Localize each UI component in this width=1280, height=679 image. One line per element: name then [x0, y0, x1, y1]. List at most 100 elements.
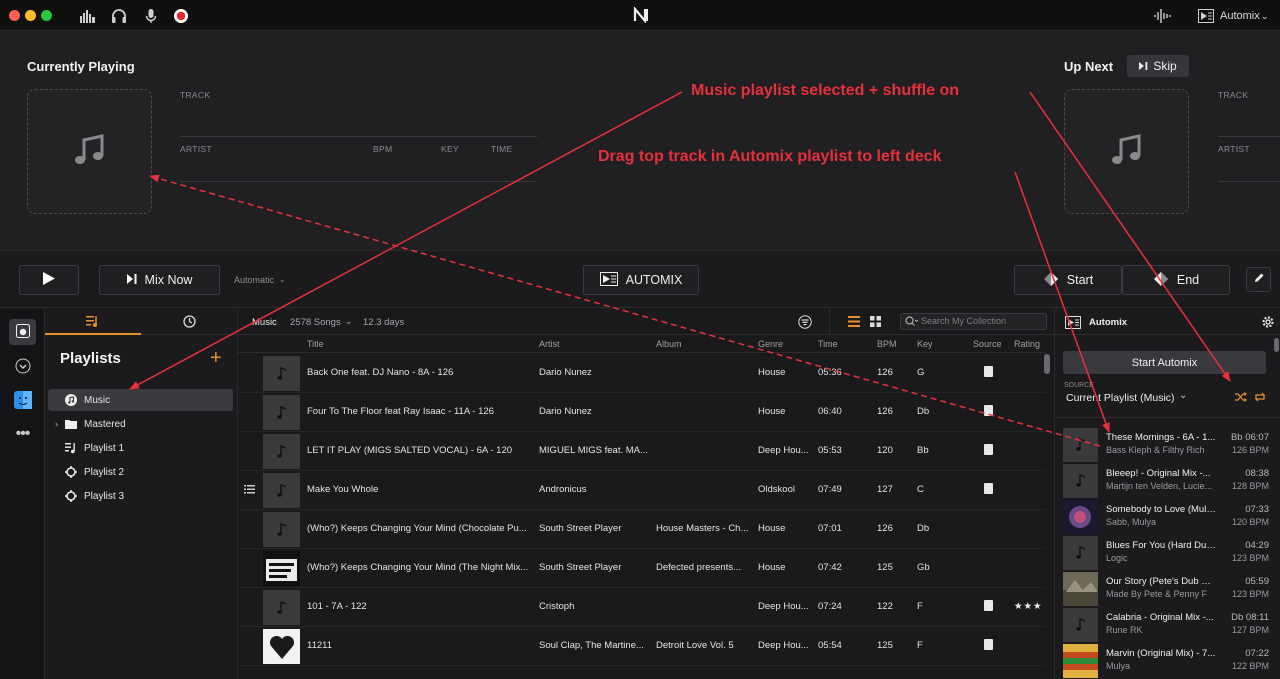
cell-title: 101 - 7A - 122: [307, 601, 367, 612]
more-icon[interactable]: •••: [9, 421, 36, 447]
source-dropdown[interactable]: Current Playlist (Music): [1066, 392, 1175, 404]
playlist-item-mastered[interactable]: › Mastered: [48, 413, 233, 435]
table-row[interactable]: Back One feat. DJ Nano - 8A - 126 Dario N…: [238, 354, 1046, 393]
queue-artist: Made By Pete & Penny F: [1106, 589, 1208, 599]
mix-now-label: Mix Now: [144, 273, 193, 287]
song-count-dropdown[interactable]: 2578 Songs: [290, 317, 341, 328]
scrollbar[interactable]: [1274, 338, 1279, 352]
chevron-down-icon[interactable]: ⌄: [1261, 11, 1269, 22]
grid-view-icon[interactable]: [870, 316, 881, 330]
automix-queue-item[interactable]: Calabria - Original Mix -... Rune RK Db 08…: [1061, 607, 1269, 643]
automix-queue-item[interactable]: Somebody to Love (Muly... Sabb, Mulya 07:3…: [1061, 499, 1269, 535]
record-icon[interactable]: [172, 7, 190, 25]
column-album[interactable]: Album: [656, 339, 682, 349]
automix-button[interactable]: AUTOMIX: [583, 265, 699, 295]
mode-selector[interactable]: Automix: [1220, 10, 1260, 22]
automix-queue-item[interactable]: These Mornings - 6A - 1... Bass Kleph & F…: [1061, 427, 1269, 463]
microphone-icon[interactable]: [142, 7, 160, 25]
queue-title: Calabria - Original Mix -...: [1106, 612, 1214, 623]
chevron-down-icon[interactable]: ⌄: [345, 316, 353, 327]
playlist-item-playlist-1[interactable]: Playlist 1: [48, 437, 233, 459]
table-row[interactable]: Make You Whole Andronicus Oldskool 07:49 127…: [238, 471, 1046, 510]
automix-queue-item[interactable]: Marvin (Original Mix) - 7... Mulya 07:22 12…: [1061, 643, 1269, 679]
gear-icon[interactable]: [1261, 315, 1275, 332]
maximize-window-button[interactable]: [41, 10, 52, 21]
playlist-item-playlist-2[interactable]: Playlist 2: [48, 461, 233, 483]
chevron-down-icon[interactable]: ⌄: [1179, 390, 1187, 401]
scrollbar[interactable]: [1044, 354, 1050, 374]
column-artist[interactable]: Artist: [539, 339, 560, 349]
pencil-icon: [1253, 272, 1265, 287]
start-button[interactable]: Start: [1014, 265, 1122, 295]
cell-title: 11211: [307, 640, 333, 651]
table-row[interactable]: (Who?) Keeps Changing Your Mind (Chocola…: [238, 510, 1046, 549]
album-art-thumbnail: [1063, 608, 1098, 642]
search-input[interactable]: Search My Collection: [900, 313, 1047, 330]
playlist-label: Playlist 2: [84, 466, 125, 478]
tab-history[interactable]: [141, 309, 238, 335]
automix-mode-icon[interactable]: [1198, 9, 1216, 27]
add-playlist-button[interactable]: +: [210, 347, 222, 370]
mix-now-button[interactable]: Mix Now: [99, 265, 220, 295]
finder-tab[interactable]: [9, 388, 36, 414]
headphones-icon[interactable]: [110, 7, 128, 25]
queue-time: Bb 06:07: [1230, 432, 1269, 443]
right-deck-drop-zone[interactable]: [1064, 89, 1189, 214]
repeat-icon[interactable]: [1254, 392, 1266, 405]
close-window-button[interactable]: [9, 10, 20, 21]
playlist-item-playlist-3[interactable]: Playlist 3: [48, 485, 233, 507]
automix-queue-item[interactable]: Our Story (Pete's Dub Mi... Made By Pete …: [1061, 571, 1269, 607]
skip-label: Skip: [1153, 59, 1177, 73]
cell-time: 07:42: [818, 562, 842, 573]
cell-bpm: 125: [877, 640, 893, 651]
cell-title: Back One feat. DJ Nano - 8A - 126: [307, 367, 454, 378]
tab-playlists[interactable]: [45, 309, 141, 335]
playlist-item-music[interactable]: Music: [48, 389, 233, 411]
queue-artist: Mulya: [1106, 661, 1131, 671]
library-tab[interactable]: [9, 319, 36, 345]
column-bpm[interactable]: BPM: [877, 339, 897, 349]
library-icon[interactable]: [79, 7, 97, 25]
left-deck-drop-zone[interactable]: [27, 89, 152, 214]
list-view-icon[interactable]: [848, 316, 860, 330]
cell-key: F: [917, 601, 923, 612]
queue-title: Our Story (Pete's Dub Mi...: [1106, 576, 1216, 587]
column-genre[interactable]: Genre: [758, 339, 783, 349]
table-row[interactable]: Four To The Floor feat Ray Isaac - 11A -…: [238, 393, 1046, 432]
chevron-right-icon[interactable]: ›: [55, 419, 58, 429]
start-automix-button[interactable]: Start Automix: [1063, 351, 1266, 374]
edit-button[interactable]: [1246, 267, 1271, 292]
mix-mode-dropdown[interactable]: Automatic: [234, 275, 274, 285]
table-row[interactable]: (Who?) Keeps Changing Your Mind (The Nig…: [238, 549, 1046, 588]
decks-area: Currently Playing TRACK ARTIST BPM KEY T…: [0, 31, 1280, 250]
end-button[interactable]: End: [1122, 265, 1230, 295]
automix-queue-item[interactable]: Blues For You (Hard Dub... Logic 04:29 123 …: [1061, 535, 1269, 571]
cell-genre: House: [758, 562, 786, 573]
automix-queue-item[interactable]: Bleeep! - Original Mix -... Martijn ten V…: [1061, 463, 1269, 499]
column-time[interactable]: Time: [818, 339, 838, 349]
table-row[interactable]: 11211 Soul Clap, The Martine... Detroit Lo…: [238, 627, 1046, 666]
divider: [1055, 417, 1280, 418]
queue-bpm: 128 BPM: [1231, 481, 1269, 491]
album-art-thumbnail: [1063, 500, 1098, 534]
play-button[interactable]: [19, 265, 79, 295]
table-row[interactable]: LET IT PLAY (MIGS SALTED VOCAL) - 6A - 1…: [238, 432, 1046, 471]
waveform-icon[interactable]: [1153, 7, 1171, 25]
cell-album: Defected presents...: [656, 562, 742, 573]
minimize-window-button[interactable]: [25, 10, 36, 21]
filter-icon[interactable]: [798, 315, 812, 332]
table-row[interactable]: 101 - 7A - 122 Cristoph Deep Hou... 07:24 12…: [238, 588, 1046, 627]
album-art-thumbnail: [263, 395, 300, 430]
column-title[interactable]: Title: [307, 339, 324, 349]
column-rating[interactable]: Rating: [1014, 339, 1040, 349]
album-art-thumbnail: [263, 590, 300, 625]
queue-list-icon[interactable]: [244, 485, 255, 497]
automix-icon: [599, 271, 618, 289]
column-key[interactable]: Key: [917, 339, 933, 349]
expand-toggle[interactable]: [9, 354, 36, 380]
chevron-down-icon[interactable]: ⌄: [279, 275, 286, 284]
annotation-note: Music playlist selected + shuffle on: [691, 82, 960, 99]
column-source[interactable]: Source: [973, 339, 1002, 349]
shuffle-icon[interactable]: [1235, 392, 1247, 405]
skip-button[interactable]: Skip: [1127, 55, 1189, 77]
